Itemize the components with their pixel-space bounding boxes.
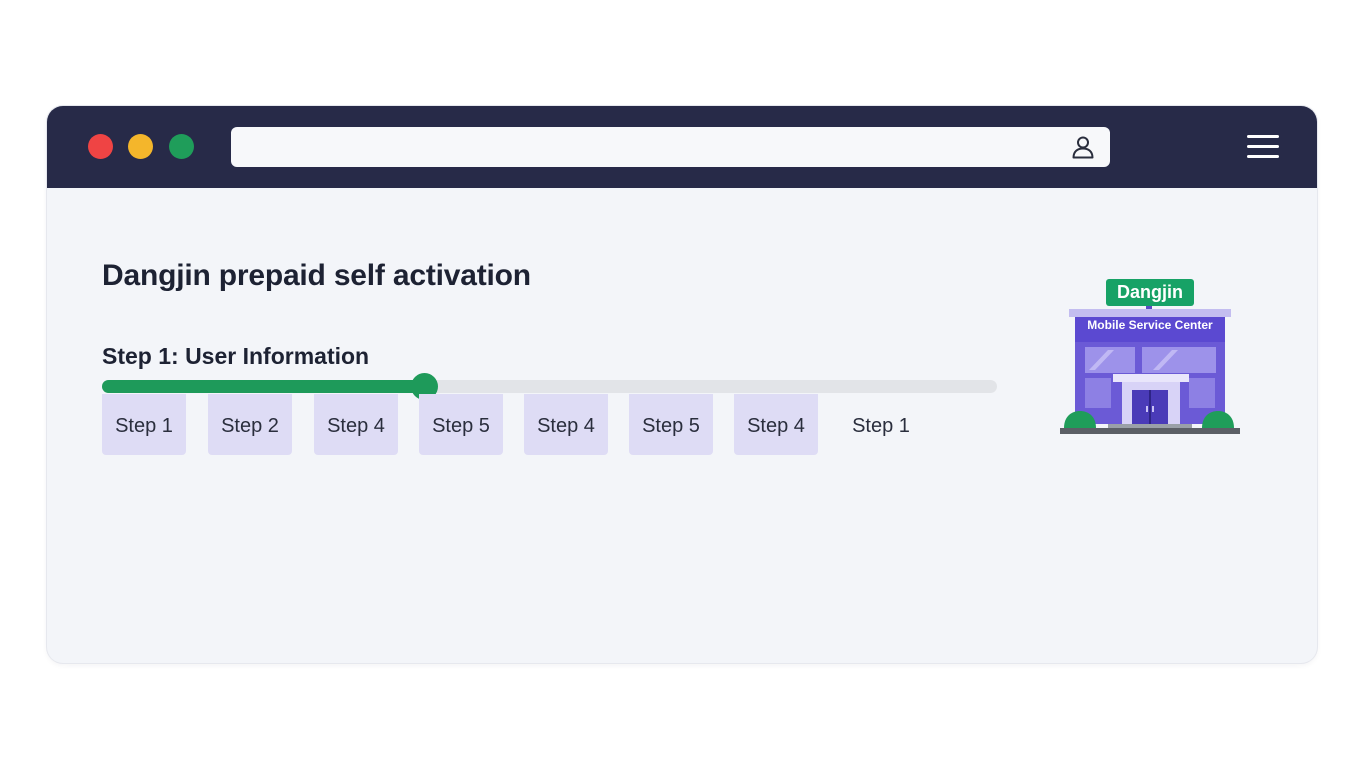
step-tab[interactable]: Step 2 — [208, 394, 292, 455]
browser-window: Dangjin prepaid self activation Step 1: … — [47, 106, 1317, 663]
step-tab[interactable]: Step 5 — [419, 394, 503, 455]
maximize-window-button[interactable] — [169, 134, 194, 159]
step-tab[interactable]: Step 1 — [102, 394, 186, 455]
title-bar — [47, 106, 1317, 188]
step-tab[interactable]: Step 4 — [734, 394, 818, 455]
progress-fill — [102, 380, 425, 393]
page-title: Dangjin prepaid self activation — [102, 259, 531, 292]
minimize-window-button[interactable] — [128, 134, 153, 159]
menu-icon-line — [1247, 155, 1279, 158]
address-bar[interactable] — [231, 127, 1110, 167]
menu-icon-line — [1247, 135, 1279, 138]
hamburger-menu-icon[interactable] — [1247, 134, 1279, 160]
illustration-building-label: Mobile Service Center — [1087, 318, 1213, 332]
current-step-title: Step 1: User Information — [102, 343, 370, 369]
step-tab[interactable]: Step 1 — [839, 394, 923, 455]
step-tab[interactable]: Step 4 — [314, 394, 398, 455]
menu-icon-line — [1247, 145, 1279, 148]
close-window-button[interactable] — [88, 134, 113, 159]
service-center-illustration: Dangjin Mobile Service Center — [1058, 278, 1240, 438]
progress-bar — [102, 373, 997, 400]
step-tab[interactable]: Step 5 — [629, 394, 713, 455]
user-icon[interactable] — [1070, 134, 1096, 160]
step-tab[interactable]: Step 4 — [524, 394, 608, 455]
illustration-sign: Dangjin — [1106, 279, 1194, 306]
